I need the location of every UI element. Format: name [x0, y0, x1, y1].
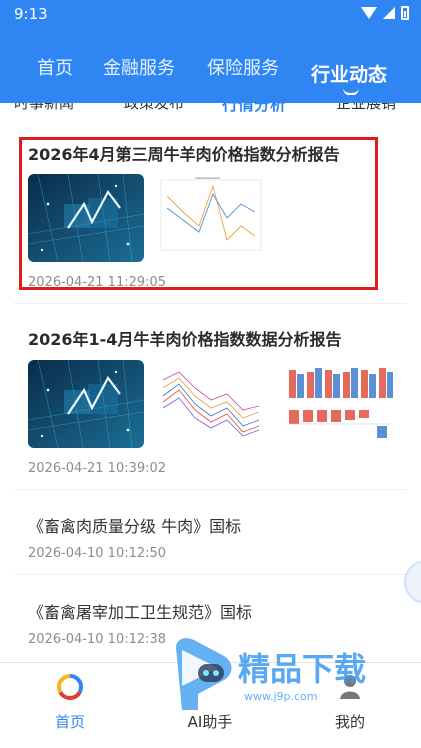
svg-text:xxxxxxxxxxxxxx: xxxxxxxxxxxxxx — [195, 176, 220, 180]
article-title: 2026年4月第三周牛羊肉价格指数分析报告 — [28, 145, 340, 164]
article-date: 2026-04-21 11:29:05 — [28, 275, 167, 290]
article-thumbnail-tech — [28, 174, 144, 262]
article-thumbnail-bar-chart — [283, 360, 395, 446]
bottom-nav: 首页 AI助手 我的 — [0, 662, 421, 748]
article-thumbnail-tech — [28, 360, 144, 448]
article-thumbnail-chart: xxxxxxxxxxxxxx — [155, 174, 267, 260]
cellular-signal-icon — [383, 7, 395, 19]
status-icons — [361, 6, 409, 20]
battery-icon — [401, 6, 409, 20]
article-title: 《畜禽屠宰加工卫生规范》国标 — [28, 603, 253, 622]
list-divider — [14, 489, 407, 490]
wifi-icon — [361, 7, 377, 19]
app-header: 9:13 首页 金融服务 保险服务 行业动态 — [0, 0, 421, 102]
nav-label: 我的 — [334, 713, 365, 731]
tab-insurance-services[interactable]: 保险服务 — [207, 54, 279, 80]
status-time: 9:13 — [14, 5, 48, 23]
article-title: 2026年1-4月牛羊肉价格指数数据分析报告 — [28, 330, 342, 349]
article-title: 《畜禽肉质量分级 牛肉》国标 — [28, 517, 242, 536]
article-date: 2026-04-10 10:12:50 — [28, 546, 167, 561]
status-bar: 9:13 — [0, 0, 421, 30]
tab-finance-services[interactable]: 金融服务 — [103, 54, 175, 80]
nav-home[interactable]: 首页 — [0, 663, 140, 748]
article-list: 2026年4月第三周牛羊肉价格指数分析报告 xxxxxxxxxxxxxx 202… — [0, 117, 421, 662]
list-divider — [14, 303, 407, 304]
nav-label: AI助手 — [187, 713, 233, 731]
profile-icon — [339, 673, 361, 703]
header-overlap — [0, 95, 421, 103]
article-date: 2026-04-21 10:39:02 — [28, 461, 167, 476]
nav-ai-assistant[interactable]: AI助手 — [140, 663, 280, 748]
nav-label: 首页 — [54, 713, 85, 731]
list-divider — [14, 574, 407, 575]
tab-industry-news[interactable]: 行业动态 — [311, 60, 387, 87]
tab-home[interactable]: 首页 — [37, 54, 73, 80]
home-logo-icon — [56, 673, 84, 705]
article-thumbnail-line-chart — [155, 360, 267, 446]
nav-profile[interactable]: 我的 — [280, 663, 420, 748]
article-date: 2026-04-10 10:12:38 — [28, 632, 167, 647]
